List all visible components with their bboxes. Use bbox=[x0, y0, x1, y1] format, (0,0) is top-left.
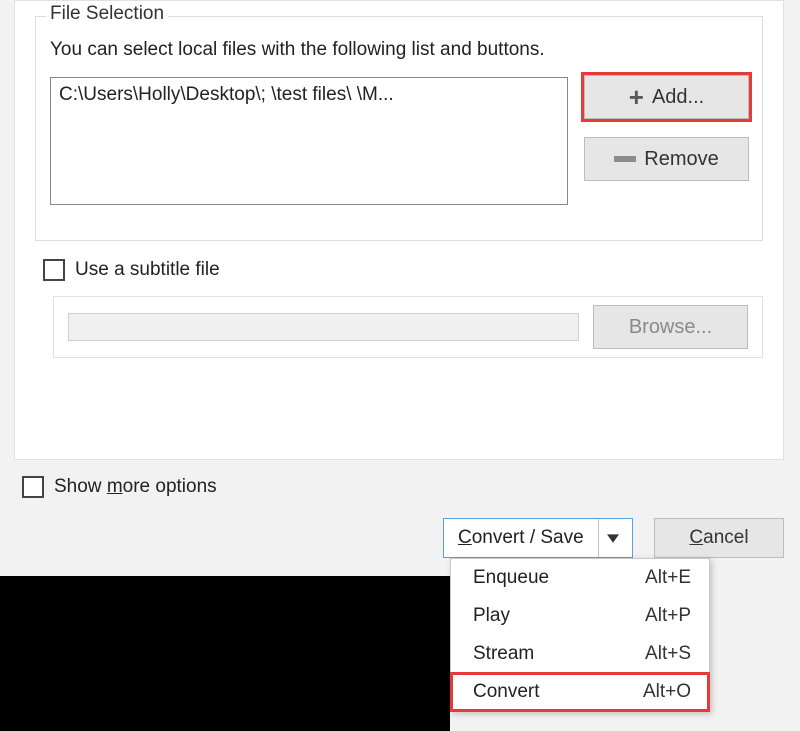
menu-item-label: Stream bbox=[473, 643, 534, 665]
show-more-checkbox[interactable] bbox=[22, 476, 44, 498]
remove-button-label: Remove bbox=[644, 148, 718, 171]
convert-save-dropdown[interactable] bbox=[598, 519, 626, 557]
menu-item-play[interactable]: Play Alt+P bbox=[451, 597, 709, 635]
add-button-label: Add... bbox=[652, 86, 704, 109]
browse-button[interactable]: Browse... bbox=[593, 305, 748, 349]
convert-save-label: Convert / Save bbox=[458, 527, 584, 549]
menu-item-shortcut: Alt+E bbox=[645, 567, 691, 589]
subtitle-path-input[interactable] bbox=[68, 313, 579, 341]
file-selection-description: You can select local files with the foll… bbox=[50, 39, 545, 61]
cancel-button[interactable]: Cancel bbox=[654, 518, 784, 558]
convert-dropdown-menu: Enqueue Alt+E Play Alt+P Stream Alt+S Co… bbox=[450, 558, 710, 712]
remove-button[interactable]: Remove bbox=[584, 137, 749, 181]
file-panel: File Selection You can select local file… bbox=[14, 0, 784, 460]
menu-item-label: Convert bbox=[473, 681, 540, 703]
file-selection-fieldset: File Selection You can select local file… bbox=[35, 16, 763, 241]
menu-item-shortcut: Alt+O bbox=[643, 681, 691, 703]
background-strip bbox=[0, 576, 450, 731]
browse-button-label: Browse... bbox=[629, 316, 712, 339]
subtitle-checkbox[interactable] bbox=[43, 259, 65, 281]
file-list-item[interactable]: C:\Users\Holly\Desktop\; \test files\ \M… bbox=[59, 84, 394, 105]
subtitle-checkbox-label: Use a subtitle file bbox=[75, 259, 220, 281]
cancel-button-label: Cancel bbox=[689, 527, 748, 549]
subtitle-fields: Browse... bbox=[53, 296, 763, 358]
menu-item-convert[interactable]: Convert Alt+O bbox=[451, 673, 709, 711]
show-more-label: Show more options bbox=[54, 476, 217, 498]
file-list[interactable]: C:\Users\Holly\Desktop\; \test files\ \M… bbox=[50, 77, 568, 205]
menu-item-label: Enqueue bbox=[473, 567, 549, 589]
minus-icon bbox=[614, 156, 636, 162]
menu-item-shortcut: Alt+S bbox=[645, 643, 691, 665]
menu-item-shortcut: Alt+P bbox=[645, 605, 691, 627]
menu-item-enqueue[interactable]: Enqueue Alt+E bbox=[451, 559, 709, 597]
show-more-row: Show more options bbox=[22, 476, 217, 498]
file-selection-legend: File Selection bbox=[46, 3, 168, 25]
add-button[interactable]: + Add... bbox=[584, 75, 749, 119]
chevron-down-icon bbox=[607, 532, 619, 544]
convert-save-button[interactable]: Convert / Save bbox=[443, 518, 633, 558]
menu-item-label: Play bbox=[473, 605, 510, 627]
subtitle-checkbox-row: Use a subtitle file bbox=[43, 259, 220, 281]
menu-item-stream[interactable]: Stream Alt+S bbox=[451, 635, 709, 673]
